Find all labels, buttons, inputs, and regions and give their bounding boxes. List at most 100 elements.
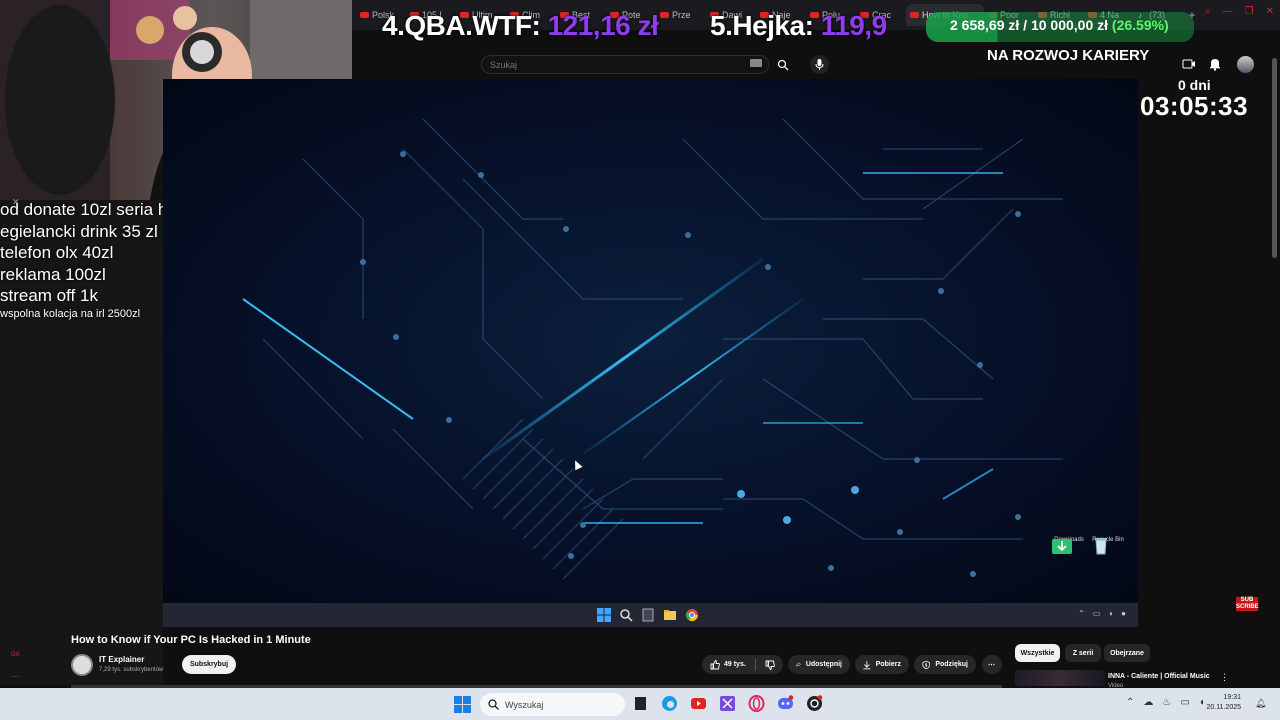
thanks-label: Podziękuj [935, 661, 968, 668]
donor-rank-5: 5.Hejka: 119,9 [710, 10, 887, 42]
notifications-icon[interactable] [1208, 57, 1222, 71]
donor-name: 4.QBA.WTF: [382, 10, 541, 41]
circuit-wallpaper [242, 118, 1063, 580]
divider [754, 658, 756, 671]
like-dislike-group: 49 tys. [702, 655, 783, 674]
close-window-icon[interactable]: ✕ [1266, 6, 1274, 17]
system-tray: ⌃ ☁ ♨ ▭ ◖ [1126, 697, 1205, 708]
chevron-up-icon[interactable]: ⌃ [1126, 697, 1134, 708]
search-icon [777, 59, 789, 70]
channel-subscribers: 7,29 tys. subskrybentów [99, 667, 164, 673]
page-scrollbar[interactable] [1272, 58, 1277, 258]
video-player[interactable]: Downloads Recycle Bin [163, 79, 1138, 603]
video-windows-taskbar: ⌃ ▭ ◖ ● [163, 603, 1138, 627]
voice-search-button[interactable] [810, 55, 829, 74]
svg-text:$: $ [925, 662, 928, 667]
folder-download-icon [1052, 539, 1072, 554]
chip-series[interactable]: Z serii [1065, 644, 1101, 662]
chrome-icon [685, 609, 698, 622]
notification-icon: ● [1121, 609, 1126, 618]
goal-percent: (26.59%) [1111, 17, 1169, 33]
youtube-icon [910, 12, 919, 18]
task-view-icon [642, 608, 654, 622]
opera-gx-icon[interactable] [748, 695, 765, 712]
create-icon[interactable] [1182, 57, 1196, 71]
super-thanks-icon: $ [922, 660, 930, 669]
windows-start-icon[interactable] [454, 696, 471, 713]
recycle-bin-icon [1095, 538, 1107, 555]
desktop-recycle-bin-icon[interactable]: Recycle Bin [1091, 537, 1125, 555]
taskbar-clock[interactable]: 19:31 20.11.2025 [1199, 693, 1241, 713]
browser-tab[interactable]: Prze [656, 4, 706, 26]
download-button[interactable]: Pobierz [855, 655, 909, 674]
more-icon: ⋯ [988, 661, 995, 669]
video-taskbar-tray: ⌃ ▭ ◖ ● [1078, 609, 1126, 618]
channel-avatar[interactable] [71, 654, 93, 676]
share-button[interactable]: Udostępnij [788, 655, 850, 674]
microphone-icon [815, 59, 824, 70]
like-button[interactable]: 49 tys. [710, 659, 746, 670]
search-icon [620, 609, 633, 622]
maximize-icon[interactable]: ❐ [1245, 6, 1254, 17]
desktop-downloads-icon[interactable]: Downloads [1052, 537, 1086, 554]
video-taskbar-apps [597, 608, 699, 622]
notification-bell-icon[interactable]: 🔔︎ [1255, 698, 1266, 709]
file-explorer-icon [664, 610, 676, 620]
search-button[interactable] [772, 55, 794, 74]
keyboard-icon[interactable] [750, 59, 762, 67]
donor-amount: 121,16 zł [547, 10, 659, 41]
donation-goal-text: 2 658,69 zł / 10 000,00 zł (26.59%) [950, 17, 1169, 33]
subscribe-watermark: SUB SCRIBE [1236, 597, 1259, 611]
taskbar-apps [632, 695, 823, 712]
discord-icon[interactable] [777, 695, 794, 712]
network-icon[interactable]: ▭ [1180, 697, 1189, 708]
donor-rank-4: 4.QBA.WTF: 121,16 zł [382, 10, 659, 42]
more-actions-button[interactable]: ⋯ [982, 655, 1002, 674]
video-title: How to Know if Your PC Is Hacked in 1 Mi… [71, 634, 311, 646]
search-tabs-icon[interactable]: ⌕ [1205, 6, 1211, 17]
chevron-up-icon: ⌃ [1078, 609, 1085, 618]
microphone-icon[interactable]: ♨ [1162, 697, 1171, 708]
recommendation-thumbnail[interactable] [1015, 670, 1105, 686]
youtube-icon [360, 12, 369, 18]
clock-date: 20.11.2025 [1206, 704, 1241, 711]
thumbs-down-icon[interactable] [765, 660, 775, 670]
share-icon [796, 662, 801, 667]
download-label: Pobierz [875, 661, 901, 668]
obs-icon[interactable] [806, 695, 823, 712]
donor-amount: 119,9 [820, 10, 888, 41]
goal-label: NA ROZWOJ KARIERY [987, 47, 1150, 64]
recommendation-title[interactable]: INNA - Caliente | Official Music [1108, 673, 1210, 680]
goal-amount: 2 658,69 zł / 10 000,00 zł [950, 17, 1109, 33]
thanks-button[interactable]: $ Podziękuj [914, 655, 976, 674]
thumbs-up-icon [710, 659, 720, 669]
network-icon: ▭ [1092, 609, 1101, 618]
browser-tab-label: Prze [672, 10, 691, 20]
task-view-icon[interactable] [632, 695, 649, 712]
clock-time: 19:31 [1223, 694, 1241, 701]
recommendation-menu-icon[interactable]: ⋮ [1220, 672, 1229, 683]
channel-name[interactable]: IT Explainer [99, 655, 144, 664]
youtube-app-icon[interactable] [690, 695, 707, 712]
timer-clock: 03:05:33 [1140, 91, 1249, 121]
snipping-tool-icon[interactable] [719, 695, 736, 712]
volume-icon: ◖ [1108, 609, 1114, 618]
like-count: 49 tys. [724, 661, 746, 668]
minimize-icon[interactable]: — [1223, 6, 1233, 17]
account-avatar[interactable] [1237, 56, 1254, 73]
subscribe-button[interactable]: Subskrybuj [182, 655, 236, 674]
edge-icon[interactable] [661, 695, 678, 712]
windows-start-icon [597, 608, 611, 622]
download-icon [863, 660, 871, 669]
donor-name: 5.Hejka: [710, 10, 814, 41]
search-input[interactable]: Szukaj [481, 55, 769, 74]
taskbar-search-placeholder: Wyszukaj [505, 699, 544, 710]
youtube-icon [660, 12, 669, 18]
chip-watched[interactable]: Obejrzane [1104, 644, 1150, 662]
window-controls: ⌕ — ❐ ✕ [1205, 6, 1274, 17]
more-icon[interactable]: ··· [11, 672, 19, 681]
cloud-icon[interactable]: ☁ [1143, 697, 1153, 708]
taskbar-search-input[interactable]: Wyszukaj [480, 693, 625, 716]
chip-all[interactable]: Wszystkie [1015, 644, 1060, 662]
opera-gx-icon[interactable]: GX [11, 652, 20, 658]
